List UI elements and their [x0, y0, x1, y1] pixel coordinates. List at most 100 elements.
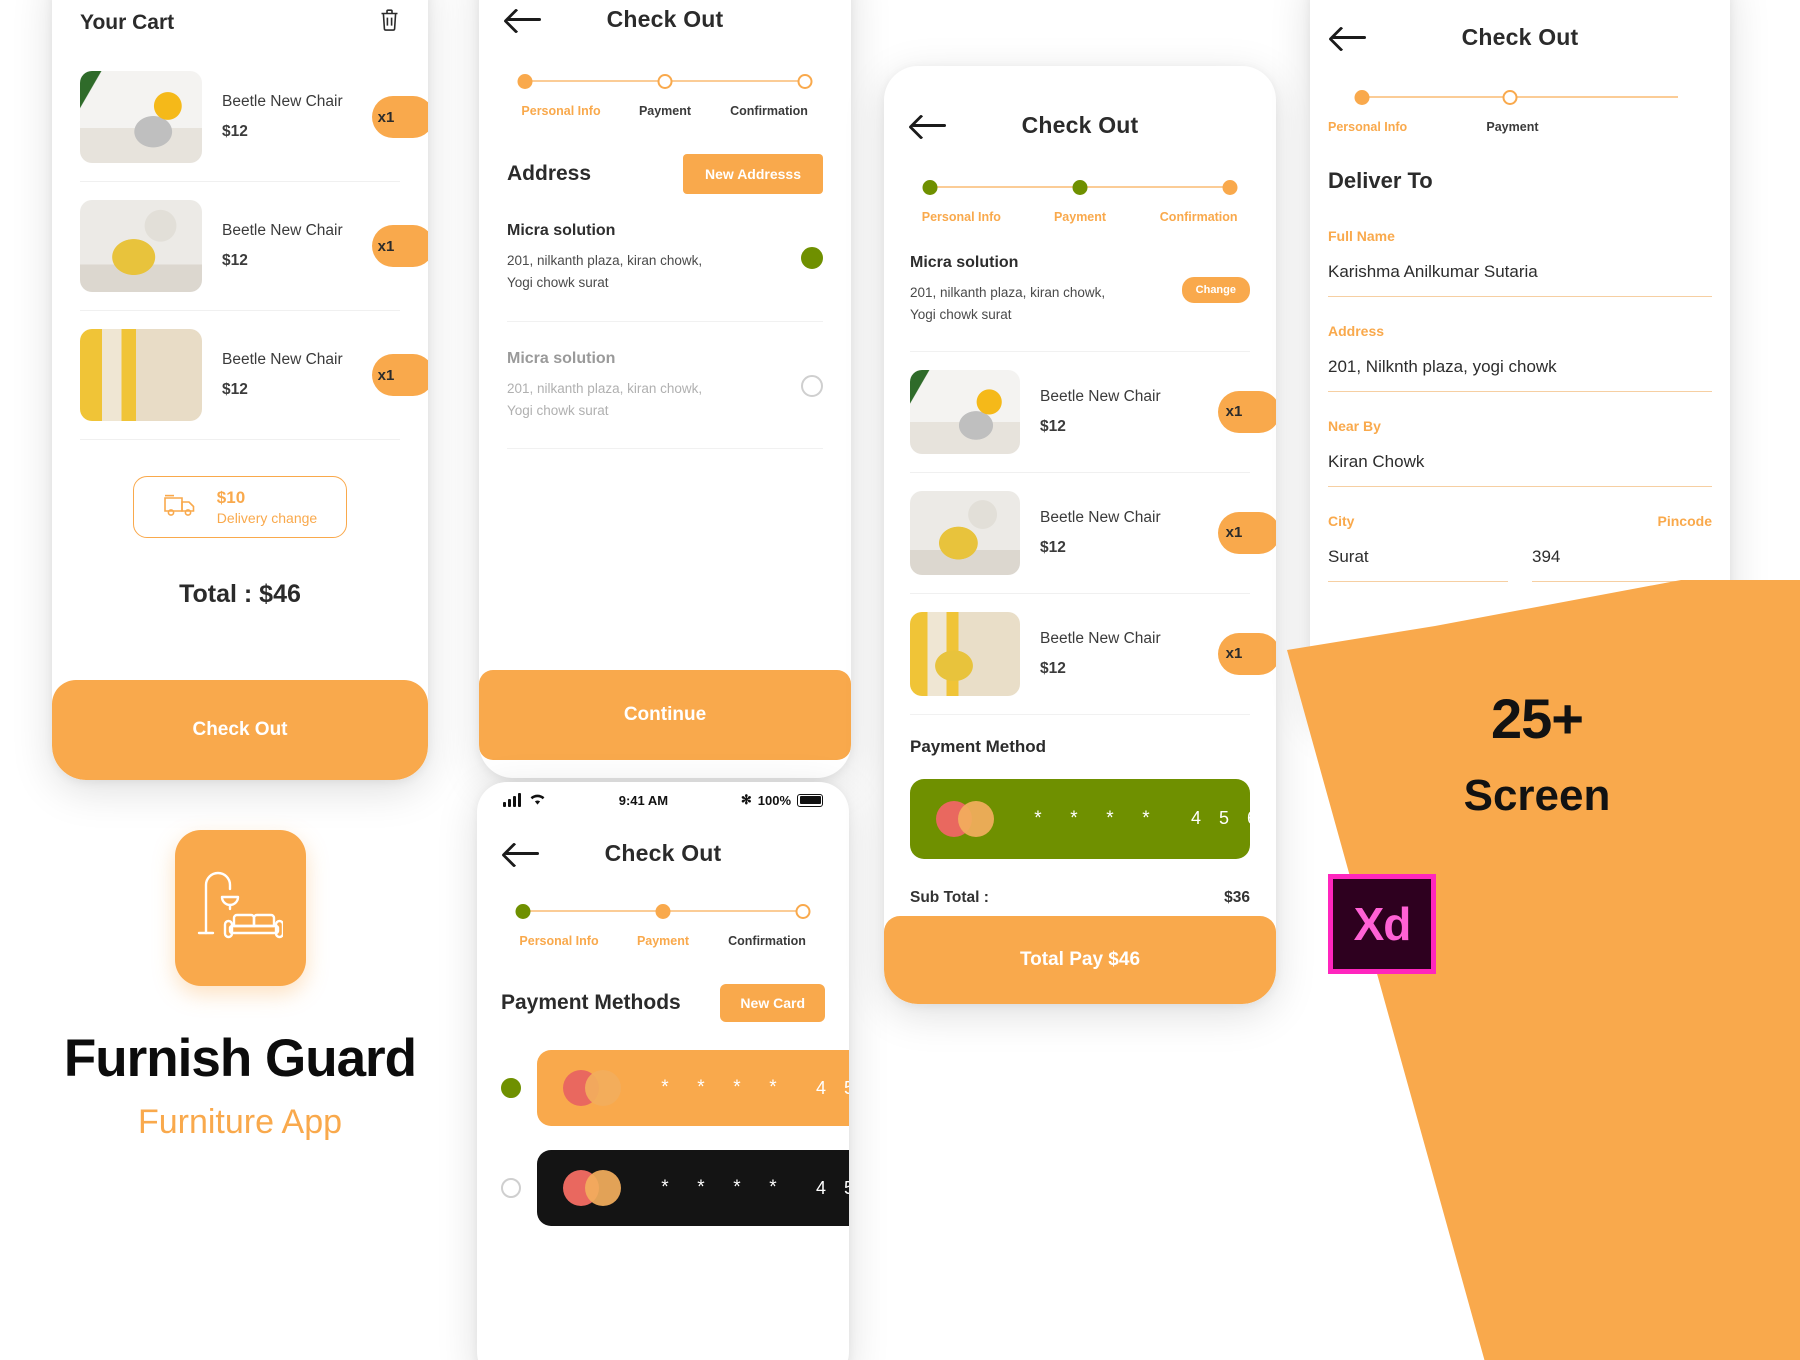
field-value: Kiran Chowk — [1328, 452, 1425, 471]
cart-phone: Your Cart Beetle New Chair $12 x1 Beetle… — [52, 0, 428, 780]
field-pincode[interactable]: Pincode 394 — [1532, 513, 1712, 608]
total-pay-button[interactable]: Total Pay $46 — [884, 916, 1276, 1004]
cart-row[interactable]: Beetle New Chair $12 x1 — [80, 181, 428, 310]
card-mask-digit: * — [697, 1177, 705, 1198]
field-value: 394 — [1532, 547, 1561, 566]
address-radio[interactable] — [801, 374, 823, 397]
product-price: $12 — [222, 381, 248, 398]
subtotal-label: Sub Total : — [910, 888, 989, 906]
continue-button[interactable]: Continue — [479, 670, 851, 760]
page-title: Your Cart — [80, 10, 175, 34]
back-arrow-icon[interactable] — [910, 112, 950, 138]
cart-row[interactable]: Beetle New Chair $12 x1 — [80, 53, 428, 181]
back-arrow-icon[interactable] — [1330, 24, 1370, 50]
credit-card-dark[interactable]: * * * * 4 5 6 — [537, 1150, 849, 1226]
promo-text-block: 25+ Screen — [1372, 686, 1702, 821]
card-mask-digit: * — [661, 1177, 669, 1198]
checkout-stepper — [922, 180, 1238, 196]
card-mask-digit: * — [1034, 807, 1042, 829]
card-radio-selected[interactable] — [501, 1078, 521, 1098]
field-near-by[interactable]: Near By Kiran Chowk — [1328, 418, 1712, 487]
mastercard-icon — [936, 800, 994, 837]
product-name: Beetle New Chair — [1040, 629, 1161, 647]
delivery-label: Delivery change — [216, 510, 318, 526]
quantity-badge[interactable]: x1 — [372, 96, 428, 138]
field-label: Near By — [1328, 418, 1381, 434]
field-label: Full Name — [1328, 228, 1395, 244]
brand-name: Furnish Guard — [63, 1029, 417, 1088]
quantity-badge[interactable]: x1 — [372, 354, 428, 396]
step-label-payment: Payment — [1486, 120, 1539, 134]
product-thumbnail — [80, 71, 202, 163]
step-dot-personal-info[interactable] — [1354, 90, 1370, 105]
status-bar: 9:41 AM ✻ 100% — [477, 782, 849, 810]
card-radio[interactable] — [501, 1178, 521, 1198]
back-arrow-icon[interactable] — [505, 6, 545, 32]
delivery-change-chip[interactable]: $10 Delivery change — [133, 476, 347, 538]
delivery-amount: $10 — [216, 488, 246, 507]
product-thumbnail — [910, 611, 1020, 696]
credit-card-orange[interactable]: * * * * 4 5 6 — [537, 1050, 849, 1126]
address-line-2: Yogi chowk surat — [507, 275, 609, 291]
checkout-button[interactable]: Check Out — [52, 680, 428, 780]
step-dot-payment[interactable] — [1502, 90, 1518, 105]
step-dot-personal-info[interactable] — [922, 180, 938, 195]
address-option[interactable]: Micra solution 201, nilkanth plaza, kira… — [507, 194, 823, 322]
address-line-2: Yogi chowk surat — [910, 307, 1012, 323]
field-underline — [1328, 581, 1508, 582]
field-underline — [1328, 296, 1712, 297]
quantity-badge: x1 — [1218, 632, 1276, 675]
step-dot-personal-info[interactable] — [517, 74, 533, 89]
step-dot-personal-info[interactable] — [515, 904, 531, 919]
card-last4: 5 — [843, 1177, 849, 1198]
new-address-button[interactable]: New Addresss — [683, 154, 823, 194]
step-dot-payment[interactable] — [655, 904, 671, 919]
card-mask-digit: * — [769, 1177, 777, 1198]
step-dot-confirmation[interactable] — [1222, 180, 1238, 195]
field-city[interactable]: City Surat — [1328, 513, 1508, 608]
order-row: Beetle New Chair $12 x1 — [910, 471, 1276, 593]
promo-screen-label: Screen — [1463, 771, 1611, 820]
field-value: 201, Nilknth plaza, yogi chowk — [1328, 357, 1557, 376]
step-dot-confirmation[interactable] — [795, 904, 811, 919]
card-mask-digit: * — [769, 1077, 777, 1098]
step-label-confirmation: Confirmation — [730, 104, 808, 118]
status-time: 9:41 AM — [618, 792, 669, 808]
product-name: Beetle New Chair — [222, 93, 343, 110]
card-option[interactable]: * * * * 4 5 6 — [501, 1150, 849, 1226]
step-dot-confirmation[interactable] — [797, 74, 813, 89]
brand-lockup: Furnish Guard Furniture App — [52, 830, 428, 1142]
cart-items-list: Beetle New Chair $12 x1 Beetle New Chair… — [80, 53, 428, 439]
trash-icon[interactable] — [379, 8, 400, 37]
quantity-badge: x1 — [1218, 511, 1276, 554]
field-underline — [1532, 581, 1712, 582]
mastercard-icon — [563, 1070, 621, 1106]
address-radio-selected[interactable] — [801, 247, 823, 270]
change-address-button[interactable]: Change — [1181, 277, 1250, 304]
card-mask-digit: * — [733, 1177, 741, 1198]
new-card-button[interactable]: New Card — [720, 984, 825, 1022]
quantity-badge[interactable]: x1 — [372, 225, 428, 267]
payment-methods-phone: 9:41 AM ✻ 100% Check Out Personal Info P… — [477, 782, 849, 1360]
step-dot-payment[interactable] — [1072, 180, 1088, 195]
order-row: Beetle New Chair $12 x1 — [910, 352, 1276, 472]
field-label: City — [1328, 513, 1355, 529]
card-last4: 4 — [815, 1177, 826, 1198]
cart-total: Total : $46 — [179, 580, 301, 608]
step-dot-payment[interactable] — [657, 74, 673, 89]
step-label-payment: Payment — [1053, 210, 1107, 224]
card-option[interactable]: * * * * 4 5 6 — [501, 1050, 849, 1126]
field-full-name[interactable]: Full Name Karishma Anilkumar Sutaria — [1328, 228, 1712, 297]
back-arrow-icon[interactable] — [503, 840, 543, 866]
cart-row[interactable]: Beetle New Chair $12 x1 — [80, 310, 428, 439]
quantity-badge: x1 — [1218, 390, 1276, 433]
product-price: $12 — [1040, 659, 1066, 677]
promo-count: 25+ — [1491, 687, 1584, 750]
address-option[interactable]: Micra solution 201, nilkanth plaza, kira… — [507, 322, 823, 450]
step-label-personal-info: Personal Info — [521, 104, 601, 118]
address-line-2: Yogi chowk surat — [507, 402, 609, 418]
address-line-1: 201, nilkanth plaza, kiran chowk, — [507, 253, 703, 268]
credit-card-green[interactable]: * * * * 4 5 6 — [910, 778, 1257, 859]
product-name: Beetle New Chair — [1040, 387, 1161, 405]
field-address[interactable]: Address 201, Nilknth plaza, yogi chowk — [1328, 323, 1712, 392]
